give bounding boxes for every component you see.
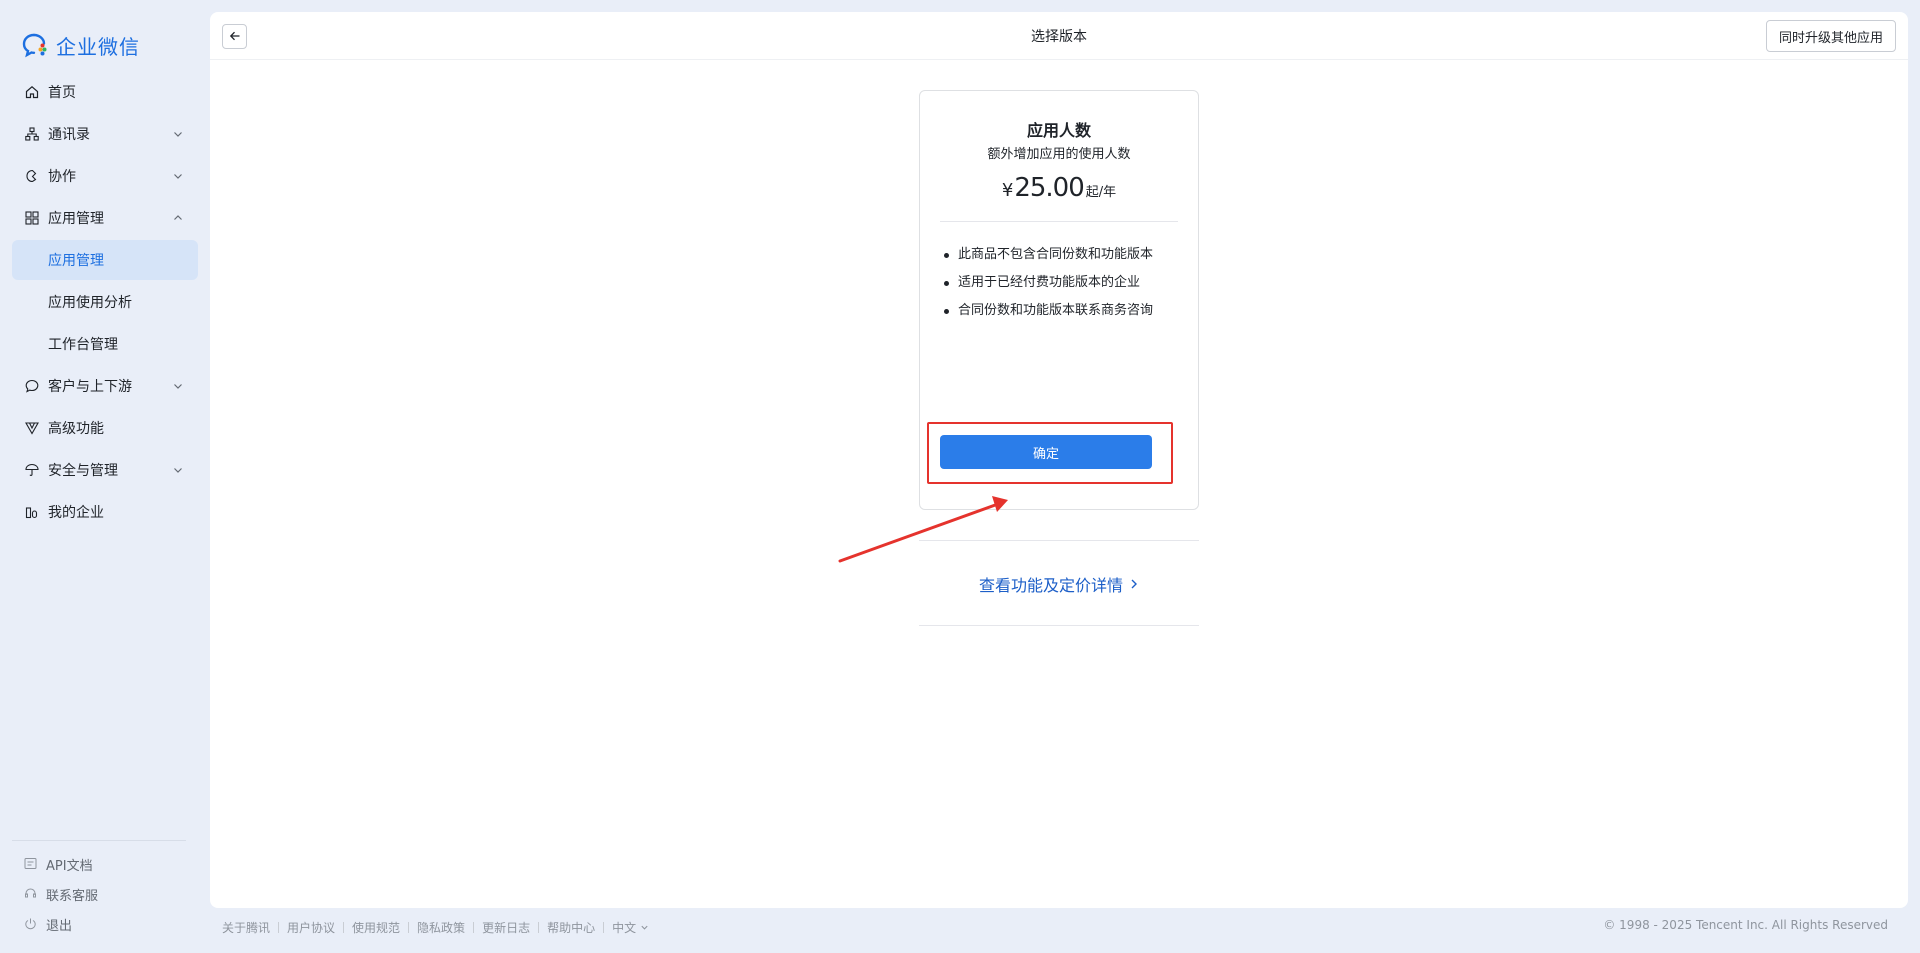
footer-link-help[interactable]: 帮助中心 <box>547 919 595 936</box>
card-divider <box>940 221 1178 222</box>
copyright: © 1998 - 2025 Tencent Inc. All Rights Re… <box>1603 918 1888 932</box>
divider <box>919 540 1199 541</box>
feature-item: 合同份数和功能版本联系商务咨询 <box>942 297 1153 325</box>
home-icon <box>24 84 40 100</box>
chat-bubble-icon <box>24 378 40 394</box>
main-panel: 选择版本 同时升级其他应用 应用人数 额外增加应用的使用人数 ¥ 25.00 起… <box>210 12 1908 908</box>
bottom-item-label: API文档 <box>46 858 93 874</box>
sidebar-item-label: 首页 <box>48 85 76 101</box>
sidebar-bottom: API文档 联系客服 退出 <box>12 840 186 939</box>
chevron-up-icon <box>170 210 186 226</box>
umbrella-icon <box>24 462 40 478</box>
sidebar-item-app-management[interactable]: 应用管理 <box>12 198 198 238</box>
separator <box>343 921 345 933</box>
sidebar-item-label: 安全与管理 <box>48 463 118 479</box>
sidebar-subitem-app-management[interactable]: 应用管理 <box>12 240 198 280</box>
footer-link-about[interactable]: 关于腾讯 <box>222 919 270 936</box>
upgrade-other-apps-button[interactable]: 同时升级其他应用 <box>1765 20 1896 52</box>
app-logo[interactable]: 企业微信 <box>22 30 140 60</box>
footer-link-user-agreement[interactable]: 用户协议 <box>287 919 335 936</box>
sidebar-item-advanced[interactable]: 高级功能 <box>12 408 198 448</box>
power-icon <box>24 917 38 931</box>
logout-link[interactable]: 退出 <box>12 909 186 939</box>
sidebar-item-my-enterprise[interactable]: 我的企业 <box>12 492 198 532</box>
price-currency: ¥ <box>1001 180 1014 201</box>
api-docs-link[interactable]: API文档 <box>12 849 186 879</box>
sidebar-subitem-app-usage-analysis[interactable]: 应用使用分析 <box>12 282 198 322</box>
wecom-logo-icon <box>22 32 50 58</box>
doc-icon <box>24 857 38 871</box>
footer-links: 关于腾讯 用户协议 使用规范 隐私政策 更新日志 帮助中心 中文 <box>222 918 649 936</box>
sidebar-item-label: 应用管理 <box>48 253 104 269</box>
grid-icon <box>24 210 40 226</box>
sidebar-item-contacts[interactable]: 通讯录 <box>12 114 198 154</box>
language-label: 中文 <box>612 920 637 935</box>
separator <box>473 921 475 933</box>
sidebar-subitem-workbench-management[interactable]: 工作台管理 <box>12 324 198 364</box>
top-bar: 选择版本 同时升级其他应用 <box>210 12 1908 60</box>
divider <box>919 625 1199 626</box>
separator <box>278 921 280 933</box>
sidebar-item-label: 高级功能 <box>48 421 104 437</box>
footer-link-usage-rules[interactable]: 使用规范 <box>352 919 400 936</box>
chevron-down-icon <box>170 168 186 184</box>
feature-list: 此商品不包含合同份数和功能版本 适用于已经付费功能版本的企业 合同份数和功能版本… <box>942 241 1153 325</box>
sidebar: 企业微信 首页 通讯录 协作 应用管理 应用管理 应用使用分析 工作台管理 客户… <box>0 0 210 953</box>
sidebar-item-security[interactable]: 安全与管理 <box>12 450 198 490</box>
footer-link-privacy[interactable]: 隐私政策 <box>417 919 465 936</box>
page-title: 选择版本 <box>1031 29 1087 45</box>
plan-subtitle: 额外增加应用的使用人数 <box>987 147 1131 162</box>
footer-link-changelog[interactable]: 更新日志 <box>482 919 530 936</box>
confirm-button[interactable]: 确定 <box>940 435 1152 469</box>
sidebar-item-collab[interactable]: 协作 <box>12 156 198 196</box>
building-icon <box>24 504 40 520</box>
feature-item: 此商品不包含合同份数和功能版本 <box>942 241 1153 269</box>
plan-title: 应用人数 <box>1026 121 1091 140</box>
pricing-details-link[interactable]: 查看功能及定价详情 <box>919 572 1199 596</box>
separator <box>603 921 605 933</box>
chevron-down-icon <box>170 462 186 478</box>
price-unit: 起/年 <box>1085 185 1117 200</box>
plan-price: ¥ 25.00 起/年 <box>920 173 1198 203</box>
annotation-arrow <box>838 496 1008 563</box>
separator <box>408 921 410 933</box>
headset-icon <box>24 887 38 901</box>
pricing-details-label: 查看功能及定价详情 <box>978 576 1123 595</box>
feature-item: 适用于已经付费功能版本的企业 <box>942 269 1153 297</box>
language-select[interactable]: 中文 <box>612 919 649 936</box>
chevron-down-icon <box>170 378 186 394</box>
bottom-item-label: 退出 <box>46 918 73 934</box>
app-name: 企业微信 <box>56 34 140 59</box>
sidebar-item-label: 客户与上下游 <box>48 379 132 395</box>
collab-icon <box>24 168 40 184</box>
contact-support-link[interactable]: 联系客服 <box>12 879 186 909</box>
sidebar-item-label: 通讯录 <box>48 127 90 143</box>
chevron-down-icon <box>640 921 649 935</box>
triangle-icon <box>24 420 40 436</box>
plan-card: 应用人数 额外增加应用的使用人数 ¥ 25.00 起/年 此商品不包含合同份数和… <box>919 90 1199 510</box>
sidebar-item-customers[interactable]: 客户与上下游 <box>12 366 198 406</box>
sidebar-item-label: 我的企业 <box>48 505 104 521</box>
chevron-down-icon <box>170 126 186 142</box>
separator <box>538 921 540 933</box>
sidebar-item-home[interactable]: 首页 <box>12 72 198 112</box>
sidebar-item-label: 协作 <box>48 169 76 185</box>
chevron-right-icon <box>1129 575 1139 594</box>
sidebar-item-label: 工作台管理 <box>48 337 118 353</box>
bottom-item-label: 联系客服 <box>46 888 99 904</box>
org-chart-icon <box>24 126 40 142</box>
sidebar-item-label: 应用管理 <box>48 211 104 227</box>
sidebar-item-label: 应用使用分析 <box>48 295 132 311</box>
sidebar-nav: 首页 通讯录 协作 应用管理 应用管理 应用使用分析 工作台管理 客户与上下游 … <box>12 72 198 534</box>
price-amount: 25.00 <box>1014 173 1084 203</box>
